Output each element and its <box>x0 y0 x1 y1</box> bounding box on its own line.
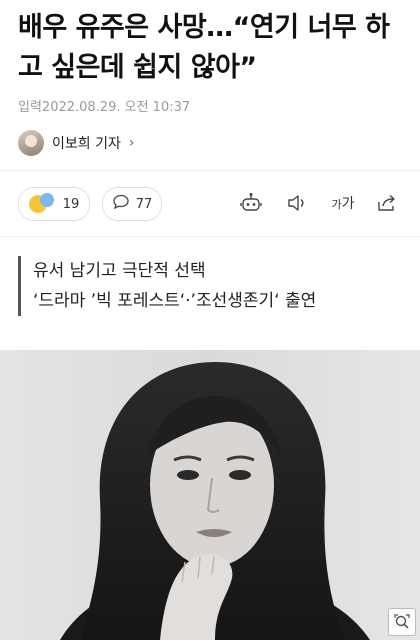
expand-icon[interactable] <box>388 608 416 636</box>
header-divider <box>0 170 420 171</box>
article-dateline: 입력2022.08.29. 오전 10:37 <box>18 100 191 115</box>
robot-summary-icon[interactable] <box>236 189 266 217</box>
reporter-link[interactable]: 이보희 기자 › <box>18 129 134 157</box>
subheading-line: ‘드라마 ’빅 포레스트‘·’조선생존기‘ 출연 <box>33 291 317 311</box>
portrait-image <box>60 362 370 640</box>
reporter-avatar <box>18 130 44 156</box>
comment-button[interactable]: 77 <box>102 187 162 221</box>
reaction-count: 19 <box>62 196 80 212</box>
comment-icon <box>112 194 130 214</box>
share-icon[interactable] <box>372 189 402 217</box>
reporter-name: 이보희 기자 <box>52 136 121 152</box>
article-photo[interactable] <box>0 350 420 640</box>
toolbar-divider <box>0 236 420 237</box>
reaction-button[interactable]: 19 <box>18 187 90 221</box>
article-headline: 배우 유주은 사망…“연기 너무 하고 싶은데 쉽지 않아” <box>18 12 390 83</box>
subheading-line: 유서 남기고 극단적 선택 <box>33 261 206 281</box>
comment-count: 77 <box>135 196 153 212</box>
chevron-right-icon: › <box>128 135 135 151</box>
article-subheadings: 유서 남기고 극단적 선택 ‘드라마 ’빅 포레스트‘·’조선생존기‘ 출연 <box>18 256 413 316</box>
reaction-emoji-icon <box>28 193 57 215</box>
speaker-icon[interactable] <box>282 189 312 217</box>
font-size-icon[interactable]: 가가 <box>326 189 360 217</box>
